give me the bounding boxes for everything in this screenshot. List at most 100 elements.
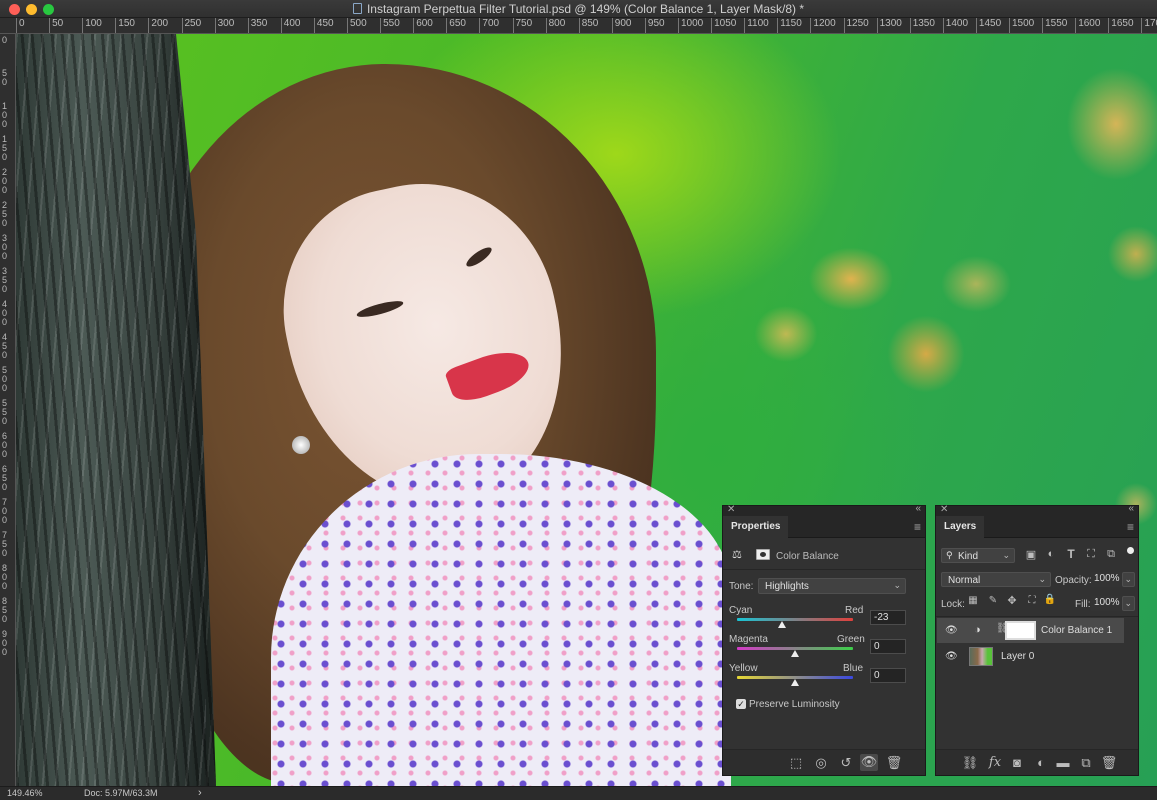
blend-mode-value: Normal [948,575,981,586]
filter-shape-icon[interactable]: ⛶ [1082,548,1100,561]
layer-visibility-eye-icon[interactable]: 👁 [945,625,958,636]
preserve-luminosity-label: Preserve Luminosity [749,699,840,710]
color-balance-icon[interactable]: ⚖ [732,548,747,561]
ruler-tick-label: 650 [446,18,466,33]
collapse-panel-icon[interactable]: « [1128,503,1134,514]
tone-dropdown[interactable]: Highlights ⌄ [758,578,906,594]
tab-properties[interactable]: Properties [723,516,789,539]
magenta-label: Magenta [729,634,768,645]
panel-menu-icon[interactable]: ≡ [914,520,921,534]
layer-filter-dropdown[interactable]: ⚲ Kind ⌄ [941,548,1015,563]
view-previous-state-icon[interactable]: ◎ [812,755,830,771]
left-ruler[interactable]: 0 50 100 150 200 250 300 350 400 450 500 550 600 650 7… [0,34,16,786]
photo-tree-trunk [16,34,216,786]
fill-input[interactable]: 100% [1091,596,1121,611]
new-adjustment-layer-icon[interactable]: ◐ [1032,755,1050,770]
top-ruler[interactable]: 0 50 100 150 200 250 300 350 400 450 500 550 600 650 7… [0,18,1157,34]
ruler-tick-label: 1100 [744,18,769,33]
cyan-red-slider-track[interactable] [737,618,853,621]
properties-tab-bar: Properties ≡ [723,516,925,539]
layer-mask-thumbnail[interactable] [1005,621,1036,640]
cyan-label: Cyan [729,605,753,616]
properties-bottom-bar: ⬚ ◎ ↺ 👁 🗑 [723,749,925,775]
ruler-tick-label: 1700 [1141,18,1157,33]
mask-icon[interactable] [756,549,770,560]
ruler-tick-label: 50 [49,18,64,33]
tone-value: Highlights [765,581,809,592]
clip-to-layer-icon[interactable]: ⬚ [787,755,805,771]
magenta-green-slider-thumb[interactable] [791,650,799,657]
layer-name[interactable]: Color Balance 1 [1041,625,1112,636]
ruler-tick-label: 150 [115,18,135,33]
close-panel-icon[interactable]: ✕ [727,504,735,515]
photo-earring [292,436,310,454]
lock-label: Lock: [941,599,965,610]
lock-all-icon[interactable]: 🔒 [1041,594,1059,605]
layers-panel-header: ✕ « [936,503,1138,516]
layer-thumbnail[interactable] [969,647,993,666]
chevron-down-icon: ⌄ [1038,574,1046,584]
ruler-tick-label: 450 [313,18,334,33]
reset-icon[interactable]: ↺ [837,755,855,771]
add-mask-icon[interactable]: ◙ [1008,755,1026,770]
ruler-tick-label: 550 [2,398,8,426]
delete-layer-icon[interactable]: 🗑 [1100,755,1118,771]
lock-image-pixels-icon[interactable]: ✎ [984,595,1002,606]
blend-mode-dropdown[interactable]: Normal ⌄ [941,572,1051,587]
panel-menu-icon[interactable]: ≡ [1127,520,1134,534]
zoom-level[interactable]: 149.46% [7,788,43,798]
collapse-panel-icon[interactable]: « [915,503,921,514]
cyan-red-value-input[interactable]: -23 [870,610,906,625]
ruler-tick-label: 250 [181,18,202,33]
ruler-tick-label: 1300 [876,18,902,33]
filter-toggle-icon[interactable] [1127,547,1134,554]
ruler-tick-label: 600 [413,18,433,33]
ruler-tick-label: 350 [247,18,268,33]
lock-position-icon[interactable]: ✥ [1003,594,1021,607]
toggle-visibility-icon[interactable]: 👁 [860,754,878,771]
cyan-red-slider-thumb[interactable] [777,621,786,628]
yellow-blue-slider-thumb[interactable] [791,679,799,686]
close-panel-icon[interactable]: ✕ [940,504,948,515]
link-layers-icon[interactable]: ⛓ [961,755,979,771]
ruler-tick-label: 500 [347,18,367,33]
preserve-luminosity-checkbox[interactable]: ✓ [736,699,746,709]
new-layer-icon[interactable]: ⧉ [1077,755,1095,771]
layer-visibility-eye-icon[interactable]: 👁 [945,651,958,662]
lock-artboard-icon[interactable]: ⛶ [1023,595,1041,606]
layer-style-fx-icon[interactable]: fx [986,755,1004,770]
fill-label: Fill: [1075,599,1091,610]
opacity-dropdown[interactable]: ⌄ [1122,572,1135,587]
ruler-tick-label: 650 [2,464,8,492]
ruler-tick-label: 1000 [677,18,704,33]
ruler-tick-label: 850 [578,18,599,33]
new-group-icon[interactable]: ▬ [1054,755,1072,770]
chevron-down-icon: ⌄ [893,580,901,590]
layer-row-layer-0[interactable]: 👁 Layer 0 [937,644,1124,669]
fill-dropdown[interactable]: ⌄ [1122,596,1135,611]
filter-type-icon[interactable]: T [1062,547,1080,561]
ruler-tick-label: 1350 [909,18,935,33]
filter-smart-object-icon[interactable]: ⧉ [1102,548,1120,561]
yellow-blue-value-input[interactable]: 0 [870,668,906,683]
delete-adjustment-icon[interactable]: 🗑 [885,755,903,771]
ruler-tick-label: 1550 [1042,18,1068,33]
lock-transparent-pixels-icon[interactable]: ▦ [964,595,982,606]
magenta-green-value-input[interactable]: 0 [870,639,906,654]
properties-panel-header: ✕ « [723,503,925,516]
filter-pixel-icon[interactable]: ▣ [1022,548,1040,561]
ruler-tick-label: 1150 [777,18,802,33]
layer-row-color-balance[interactable]: 👁 ◑ ⛓ Color Balance 1 [937,618,1124,643]
ruler-tick-label: 450 [2,332,8,360]
tab-layers[interactable]: Layers [936,516,985,539]
layer-name[interactable]: Layer 0 [1001,651,1034,662]
ruler-tick-label: 800 [545,18,566,33]
ruler-tick-label: 0 [16,18,25,33]
ruler-tick-label: 150 [2,134,8,162]
adjustment-layer-icon: ◑ [974,624,981,636]
ruler-tick-label: 100 [2,101,8,129]
filter-adjustment-icon[interactable]: ◐ [1042,548,1060,560]
status-menu-arrow-icon[interactable]: › [198,787,202,799]
ruler-tick-label: 100 [82,18,102,33]
opacity-input[interactable]: 100% [1091,572,1121,587]
